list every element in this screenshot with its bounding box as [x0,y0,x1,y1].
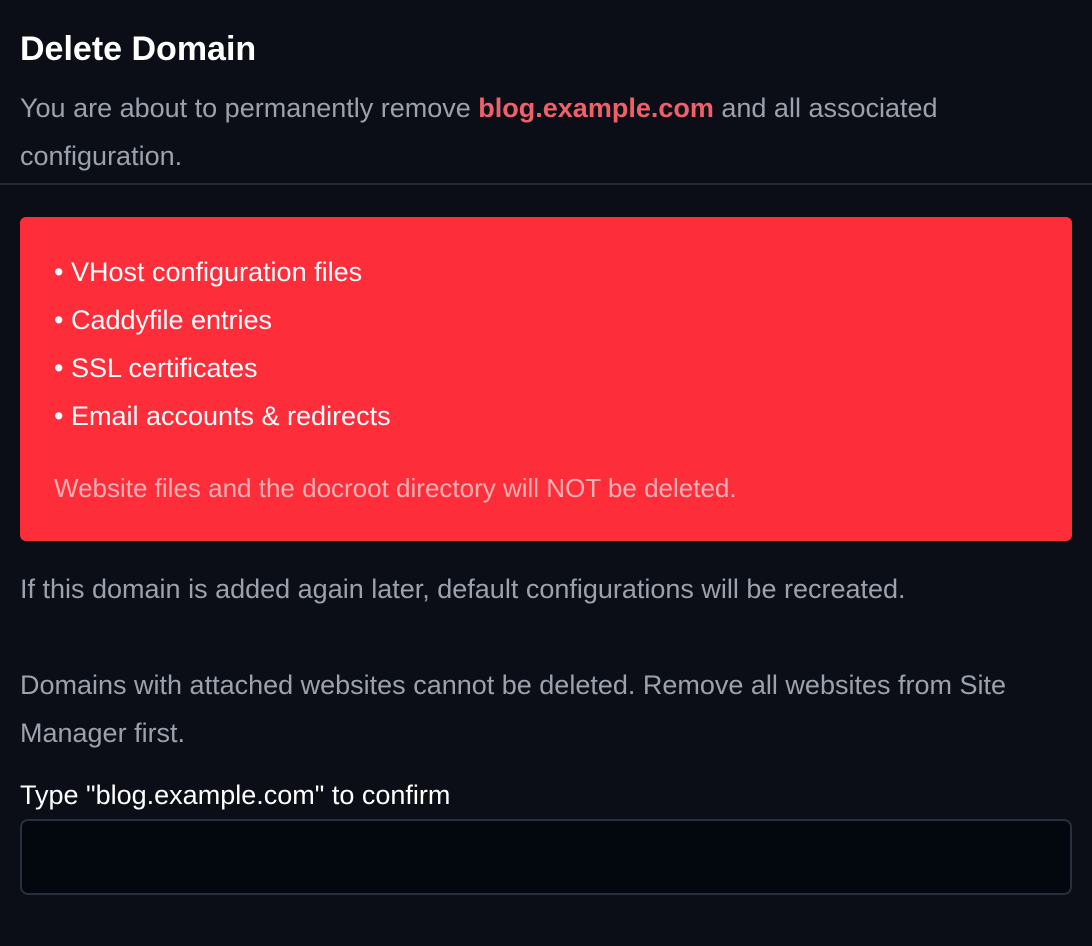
attached-websites-info: Domains with attached websites cannot be… [20,670,1007,748]
dialog-header: Delete Domain You are about to permanent… [0,0,1092,185]
confirm-domain-input[interactable] [20,819,1072,895]
danger-alert: • VHost configuration files • Caddyfile … [20,217,1072,541]
deleted-items-list: • VHost configuration files • Caddyfile … [54,248,1038,440]
list-item: • VHost configuration files [54,257,363,287]
list-item: • SSL certificates [54,353,258,383]
list-item: • Caddyfile entries [54,305,273,335]
list-item: • Email accounts & redirects [54,401,391,431]
recreate-info: If this domain is added again later, def… [20,574,906,604]
dialog-body: • VHost configuration files • Caddyfile … [0,185,1092,895]
dialog-description: You are about to permanently remove blog… [20,84,1020,180]
description-prefix: You are about to permanently remove [20,93,479,123]
dialog-title: Delete Domain [20,30,257,68]
delete-domain-dialog: Delete Domain You are about to permanent… [0,0,1092,946]
alert-note: Website files and the docroot directory … [54,473,737,503]
confirm-label: Type "blog.example.com" to confirm [20,780,451,810]
domain-name: blog.example.com [478,93,714,123]
